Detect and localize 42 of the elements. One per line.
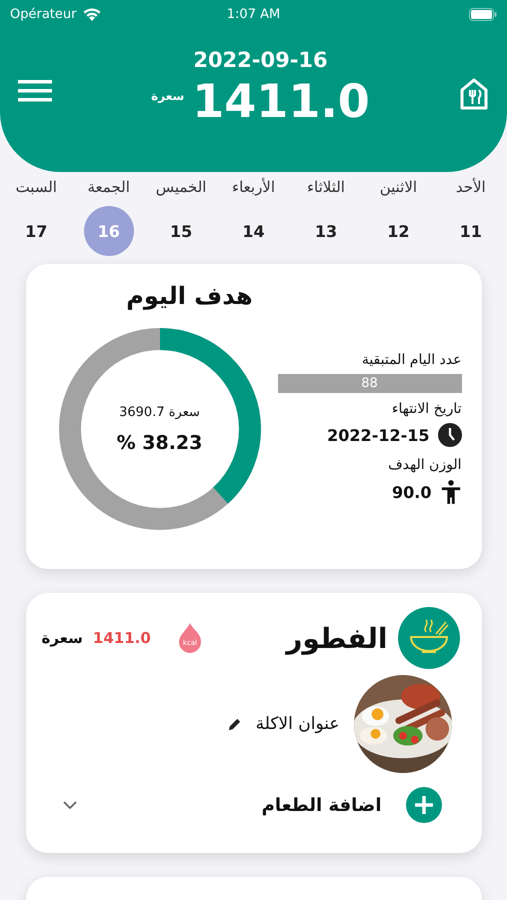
weekday-label: الخميس bbox=[156, 178, 206, 196]
remaining-days-label: عدد اليام المتبقية bbox=[362, 352, 462, 368]
card-title: هدف اليوم bbox=[126, 282, 253, 310]
restaurant-icon[interactable] bbox=[458, 78, 489, 110]
weekday-label: الأربعاء bbox=[232, 178, 276, 196]
carrier-name: Opérateur bbox=[10, 6, 76, 22]
bowl-icon bbox=[398, 607, 460, 669]
day-number[interactable]: 15 bbox=[156, 206, 206, 256]
calorie-total: 1411.0 bbox=[192, 76, 370, 127]
menu-icon[interactable] bbox=[18, 80, 52, 102]
remaining-days-value: 88 bbox=[278, 374, 462, 393]
calorie-unit: سعرة bbox=[151, 89, 184, 104]
day-number[interactable]: 14 bbox=[228, 206, 279, 256]
target-weight-label: الوزن الهدف bbox=[388, 457, 462, 473]
wifi-icon bbox=[82, 6, 102, 22]
end-date: 2022-12-15 bbox=[327, 426, 430, 444]
day-number[interactable]: 11 bbox=[446, 206, 496, 256]
meal-calories: 1411.0 bbox=[92, 629, 151, 647]
date-title: 2022-09-16 bbox=[193, 48, 328, 72]
end-date-label: تاريخ الانتهاء bbox=[392, 401, 462, 417]
chevron-icon[interactable] bbox=[62, 800, 78, 810]
clock-icon bbox=[438, 423, 462, 447]
meal-title: الفطور bbox=[286, 622, 388, 654]
battery-icon bbox=[469, 8, 497, 20]
weekday-label: الاثنين bbox=[380, 178, 418, 196]
person-icon bbox=[440, 479, 462, 505]
add-icon[interactable] bbox=[406, 787, 442, 823]
meal-item-title: عنوان الاكلة bbox=[256, 714, 340, 734]
progress-percent: % 38.23 bbox=[116, 432, 202, 454]
weekday-label: الجمعة bbox=[88, 178, 130, 196]
target-weight: 90.0 bbox=[392, 482, 432, 502]
day-number[interactable]: 13 bbox=[300, 206, 351, 256]
status-time: 1:07 AM bbox=[226, 6, 280, 22]
day-number[interactable]: 17 bbox=[11, 206, 62, 256]
edit-icon[interactable] bbox=[226, 716, 242, 732]
weekday-label: الأحد bbox=[456, 178, 486, 196]
day-number[interactable]: 12 bbox=[373, 206, 424, 256]
weekday-label: الثلاثاء bbox=[306, 178, 345, 196]
add-food-label[interactable]: اضافة الطعام bbox=[262, 794, 382, 816]
calorie-unit: سعرة bbox=[42, 629, 83, 647]
calorie-goal: 3690.7 سعرة bbox=[119, 404, 200, 420]
weekday-label: السبت bbox=[16, 178, 57, 196]
